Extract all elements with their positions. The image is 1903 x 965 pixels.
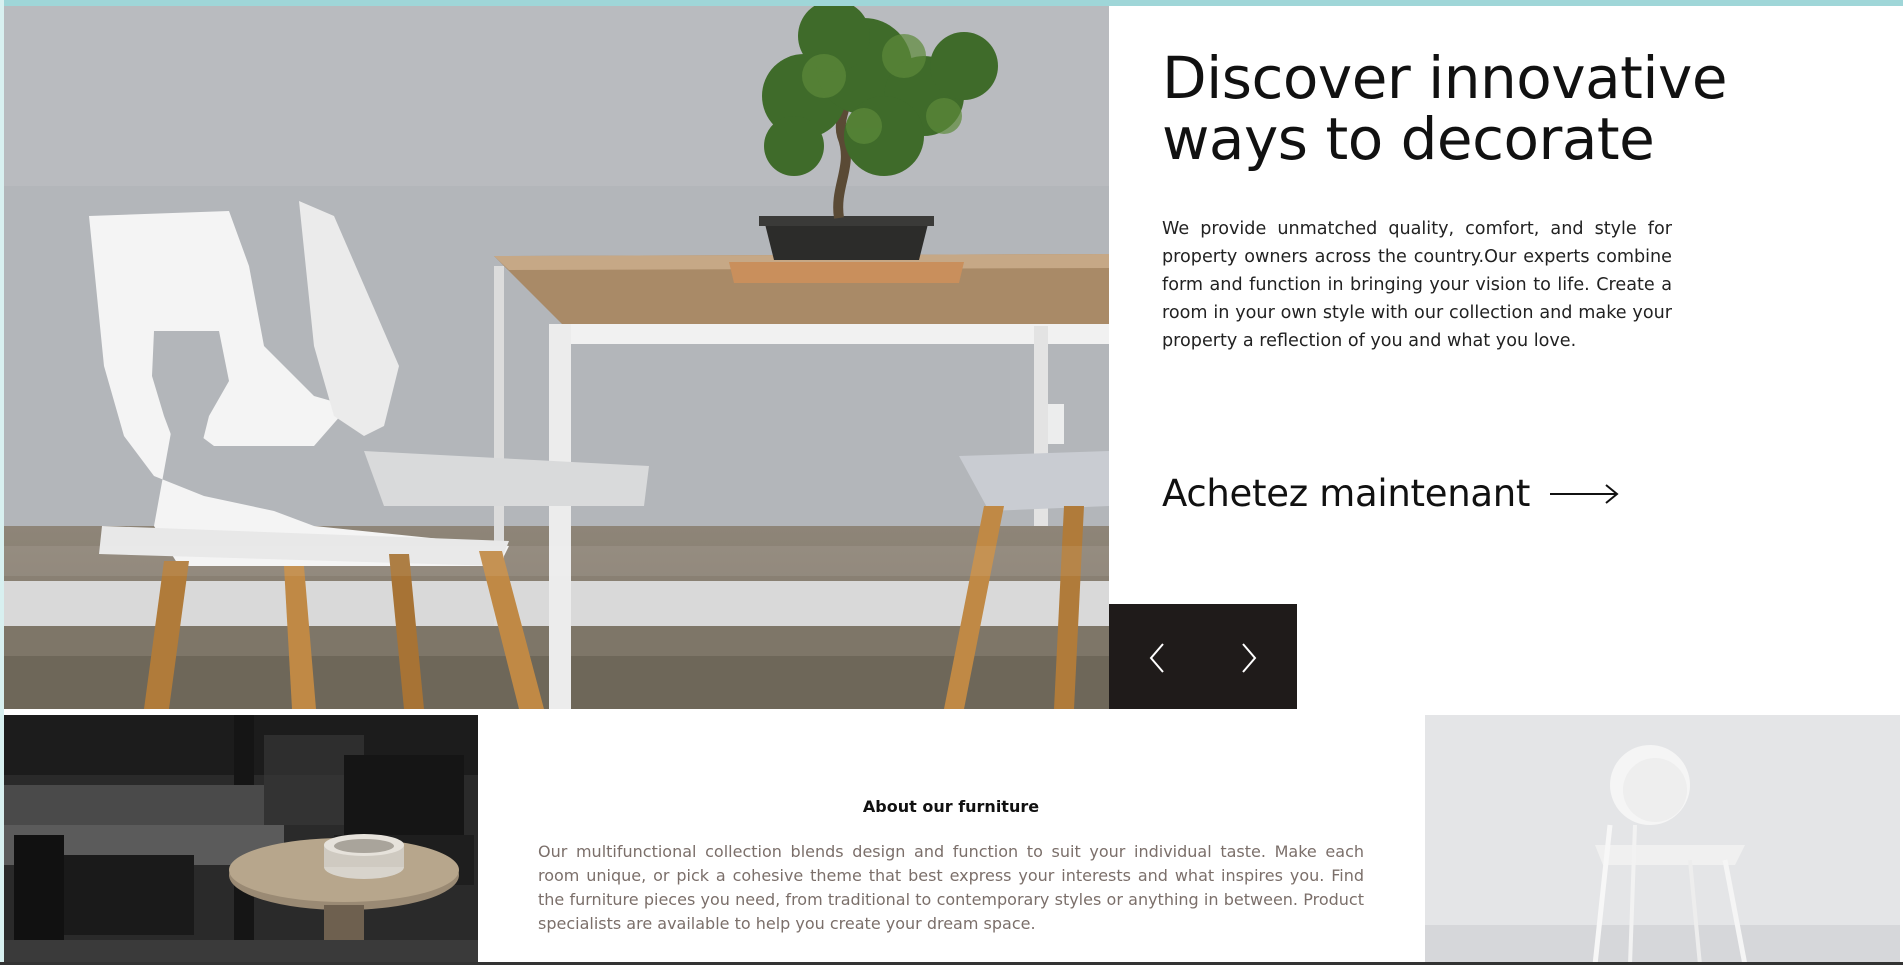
chevron-left-icon [1149, 643, 1164, 673]
shop-now-button[interactable]: Achetez maintenant [1162, 472, 1620, 515]
hero-image [4, 6, 1109, 709]
dark-living-room-image [4, 715, 478, 965]
white-chair-image [1425, 715, 1900, 965]
about-title: About our furniture [862, 797, 1040, 816]
chevron-right-icon [1242, 643, 1257, 673]
shop-now-label: Achetez maintenant [1162, 472, 1531, 515]
hero-title: Discover innovative ways to decorate [1162, 44, 1728, 173]
about-description: Our multifunctional collection blends de… [538, 842, 1364, 933]
slider-controls [1109, 604, 1297, 709]
slider-prev-button[interactable] [1135, 636, 1179, 680]
arrow-right-icon [1550, 483, 1619, 504]
slider-next-button[interactable] [1227, 636, 1271, 680]
hero-description: We provide unmatched quality, comfort, a… [1162, 219, 1672, 351]
